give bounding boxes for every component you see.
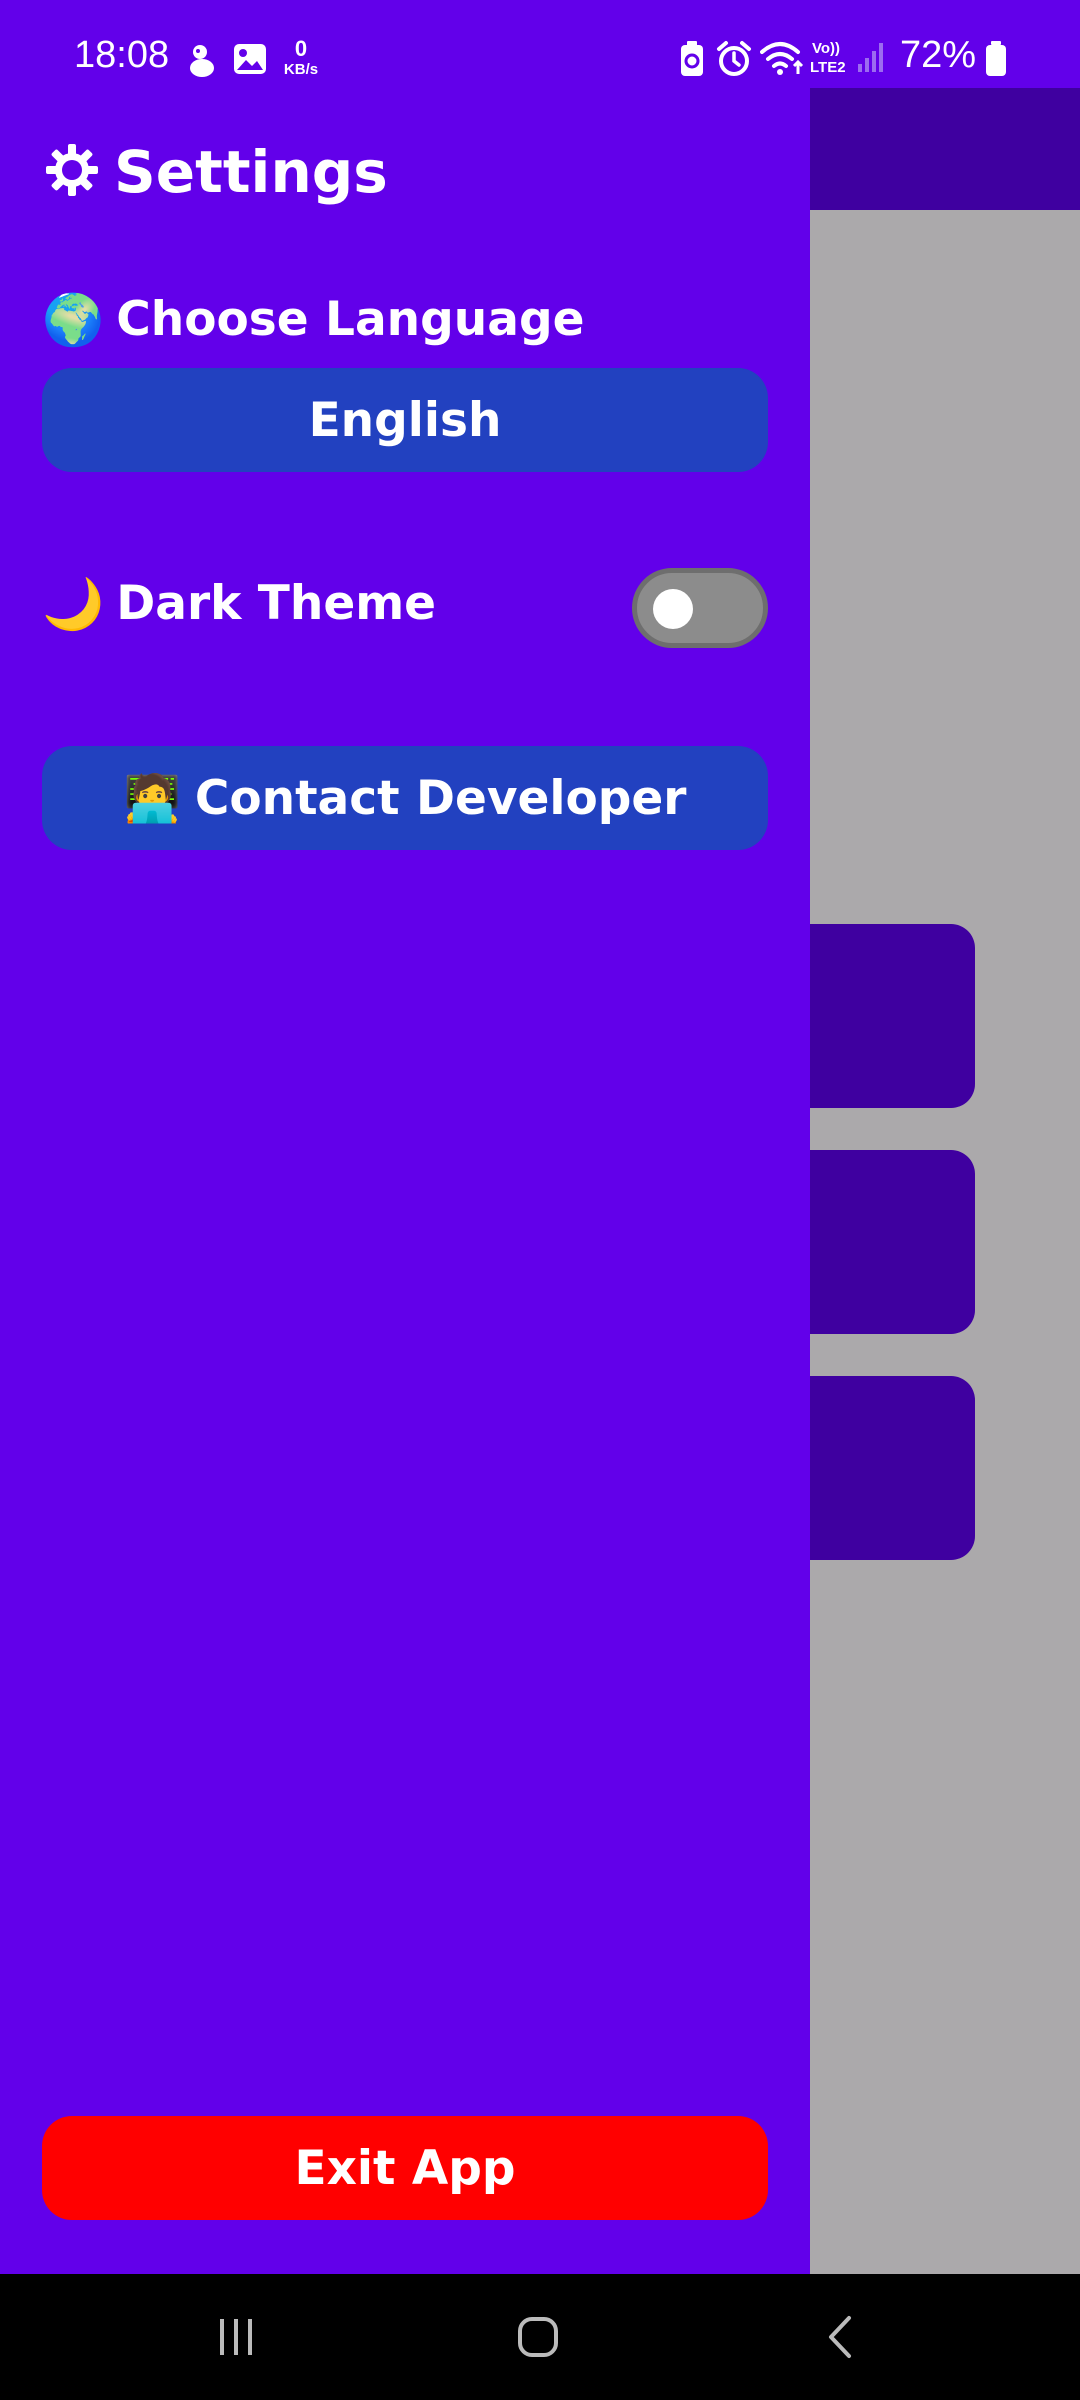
status-bar: 18:08 0 KB/s Vo)) LTE2 72% xyxy=(0,0,1080,88)
dark-theme-toggle[interactable] xyxy=(632,568,768,648)
svg-text:Vo)): Vo)) xyxy=(812,40,840,57)
moon-icon: 🌙 xyxy=(42,574,105,633)
gear-icon xyxy=(44,142,100,202)
contact-developer-label: Contact Developer xyxy=(194,770,687,826)
exit-app-button[interactable]: Exit App xyxy=(42,2116,768,2220)
clock: 18:08 xyxy=(74,34,170,76)
volte-lte2-icon: Vo)) LTE2 xyxy=(808,38,852,82)
drawer-header: Settings xyxy=(44,138,388,206)
svg-text:LTE2: LTE2 xyxy=(810,59,846,76)
globe-icon: 🌍 xyxy=(42,290,105,349)
drawer-title: Settings xyxy=(114,138,388,206)
battery-percent: 72% xyxy=(900,34,977,76)
theme-section-label: 🌙 Dark Theme xyxy=(42,576,436,631)
wifi-icon xyxy=(760,40,804,80)
toggle-knob xyxy=(653,589,693,629)
back-icon[interactable] xyxy=(790,2302,890,2372)
language-section-label: 🌍 Choose Language xyxy=(42,292,584,347)
contact-developer-button[interactable]: 🧑‍💻 Contact Developer xyxy=(42,746,768,850)
language-label: Choose Language xyxy=(116,292,585,347)
net-speed: 0 KB/s xyxy=(283,36,319,78)
navigation-bar xyxy=(0,2274,1080,2400)
settings-drawer: Settings 🌍 Choose Language English 🌙 Dar… xyxy=(0,0,810,2274)
home-icon[interactable] xyxy=(488,2302,588,2372)
recents-icon[interactable] xyxy=(186,2302,286,2372)
developer-icon: 🧑‍💻 xyxy=(123,771,181,825)
battery-icon xyxy=(984,40,1008,82)
language-select-button[interactable]: English xyxy=(42,368,768,472)
signal-icon xyxy=(856,40,886,78)
gallery-icon xyxy=(232,42,268,80)
dark-theme-label: Dark Theme xyxy=(116,576,437,631)
battery-saver-icon xyxy=(678,40,706,82)
alarm-icon xyxy=(716,40,752,82)
mascot-icon xyxy=(186,42,218,82)
